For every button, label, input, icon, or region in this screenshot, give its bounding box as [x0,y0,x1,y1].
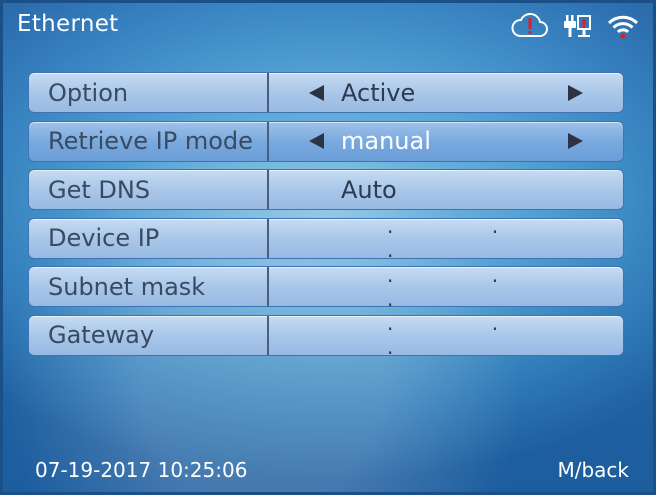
screen-frame: Ethernet Option Active Retrieve IP mode … [0,0,656,495]
get-dns-value-cell[interactable]: Auto [269,170,623,209]
status-icons [511,13,639,39]
option-value: Active [341,78,416,107]
subnet-mask-row[interactable]: Subnet mask . . . [28,263,624,311]
retrieve-ip-mode-value-cell[interactable]: manual [269,122,623,161]
get-dns-row[interactable]: Get DNS Auto [28,169,624,211]
gateway-row[interactable]: Gateway . . . [28,311,624,359]
settings-list: Option Active Retrieve IP mode manual Ge… [28,72,624,364]
gateway-value: . . . [387,311,545,360]
option-row[interactable]: Option Active [28,72,624,113]
subnet-mask-field[interactable]: . . . [269,263,623,311]
retrieve-ip-mode-row[interactable]: Retrieve IP mode manual [28,120,624,162]
cloud-alert-icon [511,13,549,39]
option-prev-arrow-icon[interactable] [309,84,324,101]
device-ip-field[interactable]: . . . [269,214,623,262]
option-label: Option [29,73,269,112]
retrieve-ip-mode-next-arrow-icon[interactable] [568,133,583,150]
retrieve-ip-mode-label: Retrieve IP mode [29,121,269,161]
retrieve-ip-mode-value: manual [341,127,431,156]
subnet-mask-value: . . . [387,262,545,311]
gateway-field[interactable]: . . . [269,311,623,359]
retrieve-ip-mode-prev-arrow-icon[interactable] [309,133,324,150]
device-ip-row[interactable]: Device IP . . . [28,214,624,262]
subnet-mask-label: Subnet mask [29,267,269,307]
get-dns-value: Auto [341,175,397,204]
option-next-arrow-icon[interactable] [568,84,583,101]
network-cable-icon [563,13,593,39]
device-ip-value: . . . [387,214,545,263]
get-dns-label: Get DNS [29,170,269,210]
device-ip-label: Device IP [29,218,269,258]
gateway-label: Gateway [29,315,269,355]
datetime-display: 07-19-2017 10:25:06 [35,458,248,482]
wifi-icon [607,13,639,39]
back-hint[interactable]: M/back [557,458,629,482]
page-title: Ethernet [17,11,119,37]
option-value-cell[interactable]: Active [269,73,623,112]
